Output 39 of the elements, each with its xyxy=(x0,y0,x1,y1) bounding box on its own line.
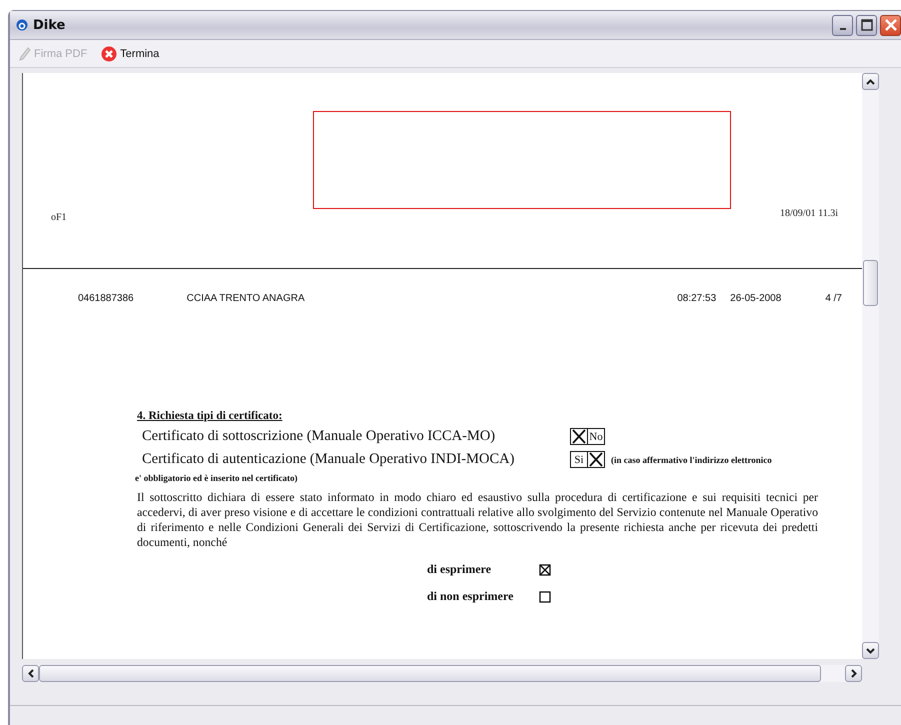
fax-header-text: CCIAA TRENTO ANAGRA xyxy=(186,293,305,304)
choice-label: Si xyxy=(574,454,584,466)
scroll-thumb[interactable] xyxy=(863,260,878,306)
scroll-left-button[interactable] xyxy=(22,665,39,682)
fax-header-text: 08:27:53 xyxy=(677,293,716,304)
declaration-paragraph: Il sottoscritto dichiara di essere stato informato in modo chiaro ed esaustivo sulla procedura di certificazione e sui requisiti tecnici per accedervi, di aver preso visione e di accettare le condizioni contrattuali relative allo svolgimento del Servizio contenute nel Manuale Operativo di riferimento e nelle Condizioni Generali dei Servizi di Certificazione, sottoscrivendo la presente richiesta anche per ricevuta dei predetti documenti, nonché xyxy=(137,490,818,550)
maximize-button[interactable] xyxy=(856,14,877,36)
pen-icon xyxy=(19,46,31,60)
certificate-label: Certificato di sottoscrizione (Manuale Operativo ICCA-MO) xyxy=(142,428,496,445)
vertical-scrollbar[interactable] xyxy=(862,73,879,659)
scroll-right-button[interactable] xyxy=(845,665,862,682)
close-button[interactable] xyxy=(880,14,901,36)
chevron-right-icon xyxy=(850,669,856,678)
minimize-icon xyxy=(840,28,846,30)
app-icon xyxy=(16,19,28,31)
minimize-button[interactable] xyxy=(832,14,853,36)
toolbar-button[interactable]: Termina xyxy=(98,44,162,64)
signature-field[interactable] xyxy=(313,111,731,209)
scroll-down-button[interactable] xyxy=(862,642,879,659)
choice-label: No xyxy=(589,430,603,442)
note-text: e' obbligatorio ed è inserito nel certificato) xyxy=(135,473,298,483)
stop-icon xyxy=(101,46,118,62)
section-heading: 4. Richiesta tipi di certificato: xyxy=(137,410,284,422)
consent-label: di esprimere xyxy=(427,562,492,577)
fax-header-text: 0461887386 xyxy=(78,293,134,304)
timestamp: 18/09/01 11.3i xyxy=(780,208,838,221)
chevron-left-icon xyxy=(28,669,34,678)
page-mark: oF1 xyxy=(51,212,67,223)
chevron-up-icon xyxy=(866,78,875,84)
scroll-up-button[interactable] xyxy=(862,73,879,90)
consent-label: di non esprimere xyxy=(427,589,514,604)
window-title: Dike xyxy=(33,18,66,32)
fax-header-text: 26-05-2008 xyxy=(730,293,782,304)
note-text: (in caso affermativo l'indirizzo elettronico xyxy=(611,454,772,464)
certificate-label: Certificato di autenticazione (Manuale Operativo INDI-MOCA) xyxy=(142,451,516,468)
chevron-down-icon xyxy=(866,648,875,654)
close-icon xyxy=(884,19,896,31)
maximize-icon xyxy=(860,19,872,31)
fax-header-text: 4 /7 xyxy=(825,293,842,304)
